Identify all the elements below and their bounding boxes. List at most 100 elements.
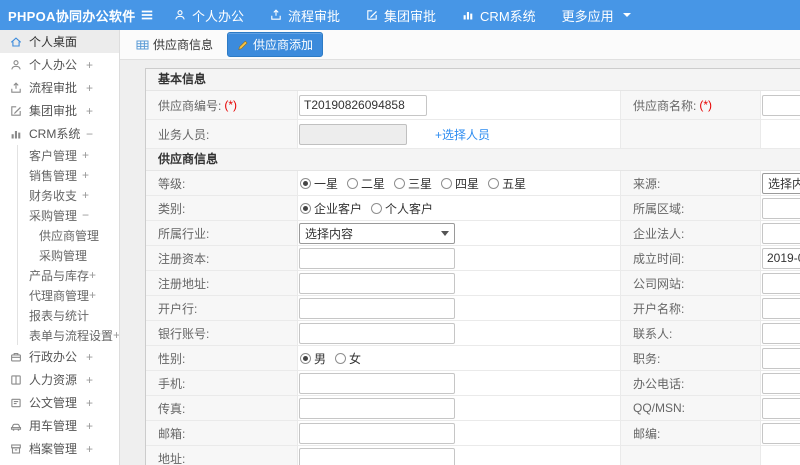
sidebar-item-process-approval[interactable]: 流程审批 + bbox=[0, 76, 119, 99]
address-input[interactable] bbox=[299, 447, 455, 465]
category-label: 类别: bbox=[146, 196, 298, 221]
sidebar-item-supplier-mgmt[interactable]: 供应商管理 bbox=[18, 225, 119, 245]
expand-icon: + bbox=[85, 418, 93, 433]
industry-label: 所属行业: bbox=[146, 221, 298, 246]
field-label-text: 成立时间: bbox=[633, 251, 685, 266]
tab-supplier-info[interactable]: 供应商信息 bbox=[132, 33, 217, 56]
user-icon bbox=[10, 59, 22, 71]
supplier-code-input[interactable] bbox=[299, 94, 427, 116]
caret-down-icon bbox=[441, 230, 449, 236]
select-value: 选择内容 bbox=[305, 226, 354, 241]
field-cell bbox=[761, 421, 800, 446]
region-input[interactable] bbox=[762, 197, 800, 219]
sidebar-item-vehicle-mgmt[interactable]: 用车管理 + bbox=[0, 414, 119, 437]
sidebar-item-purchase-mgmt-sub[interactable]: 采购管理 bbox=[18, 245, 119, 265]
source-select[interactable]: 选择内容 bbox=[762, 172, 800, 194]
sidebar-item-human-resources[interactable]: 人力资源 + bbox=[0, 368, 119, 391]
nav-item-group-approval[interactable]: 集团审批 bbox=[366, 6, 436, 25]
field-cell: 男女 bbox=[298, 346, 621, 371]
category-radios-option[interactable]: 企业客户 bbox=[300, 200, 362, 217]
tab-label: 供应商添加 bbox=[253, 38, 314, 52]
bank-branch-input[interactable] bbox=[299, 297, 455, 319]
pencil-icon bbox=[237, 39, 249, 51]
field-cell bbox=[298, 246, 621, 271]
sidebar-item-label: 销售管理 bbox=[29, 168, 78, 183]
sidebar-item-label: 用车管理 bbox=[29, 419, 78, 433]
level-radios-option[interactable]: 二星 bbox=[347, 175, 385, 192]
collapse-icon: − bbox=[85, 126, 93, 141]
form-row: 业务人员: +选择人员 bbox=[146, 120, 800, 149]
nav-item-process-approval[interactable]: 流程审批 bbox=[270, 6, 340, 25]
registered-address-input[interactable] bbox=[299, 272, 455, 294]
email-input[interactable] bbox=[299, 422, 455, 444]
field-cell: 企业客户 个人客户 bbox=[298, 196, 621, 221]
expand-icon: + bbox=[85, 441, 93, 456]
field-cell bbox=[761, 246, 800, 271]
registered-capital-input[interactable] bbox=[299, 247, 455, 269]
field-cell bbox=[761, 271, 800, 296]
sidebar-item-personal-office[interactable]: 个人办公 + bbox=[0, 53, 119, 76]
sidebar-item-crm-system[interactable]: CRM系统 − bbox=[0, 122, 119, 145]
industry-select[interactable]: 选择内容 bbox=[299, 222, 455, 244]
chart-icon bbox=[462, 9, 474, 21]
level-radios-option[interactable]: 一星 bbox=[300, 175, 338, 192]
radio-option-label: 男 bbox=[314, 351, 327, 366]
sidebar-item-document-mgmt[interactable]: 公文管理 + bbox=[0, 391, 119, 414]
form-row: 传真: QQ/MSN: bbox=[146, 396, 800, 421]
level-radios-option[interactable]: 四星 bbox=[441, 175, 479, 192]
account-name-input[interactable] bbox=[762, 297, 800, 319]
field-cell: 选择内容 bbox=[761, 171, 800, 196]
level-radios-option[interactable]: 五星 bbox=[488, 175, 526, 192]
zipcode-input[interactable] bbox=[762, 422, 800, 444]
sidebar-item-finance-income-expense[interactable]: 财务收支 + bbox=[18, 185, 119, 205]
sidebar-item-label: 采购管理 bbox=[39, 248, 88, 263]
gender-radios-option[interactable]: 女 bbox=[335, 350, 361, 367]
legal-person-input[interactable] bbox=[762, 222, 800, 244]
sidebar-item-label: 行政办公 bbox=[29, 350, 78, 364]
field-label-text: 开户行: bbox=[158, 301, 198, 316]
sidebar-item-product-inventory[interactable]: 产品与库存 + bbox=[18, 265, 119, 285]
company-website-input[interactable] bbox=[762, 272, 800, 294]
sidebar-item-agent-mgmt[interactable]: 代理商管理 + bbox=[18, 285, 119, 305]
position-input[interactable] bbox=[762, 347, 800, 369]
sidebar-item-archive-mgmt[interactable]: 档案管理 + bbox=[0, 437, 119, 460]
qq-msn-input[interactable] bbox=[762, 397, 800, 419]
fax-input[interactable] bbox=[299, 397, 455, 419]
field-cell bbox=[761, 321, 800, 346]
field-cell bbox=[298, 321, 621, 346]
sidebar-item-form-process-settings[interactable]: 表单与流程设置 + bbox=[18, 325, 119, 345]
sidebar-item-personal-desktop[interactable]: 个人桌面 bbox=[0, 30, 119, 53]
office-phone-input[interactable] bbox=[762, 372, 800, 394]
contact-person-input[interactable] bbox=[762, 322, 800, 344]
form-row: 所属行业: 选择内容 企业法人: bbox=[146, 221, 800, 246]
sidebar-item-sales-mgmt[interactable]: 销售管理 + bbox=[18, 165, 119, 185]
nav-item-more-apps[interactable]: 更多应用 bbox=[562, 6, 631, 25]
sidebar-item-purchase-mgmt[interactable]: 采购管理 − bbox=[18, 205, 119, 225]
level-radios: 一星 二星 三星 四星 五星 bbox=[298, 175, 526, 192]
radio-unchecked-icon bbox=[335, 352, 347, 364]
supplier-name-input[interactable] bbox=[762, 94, 800, 116]
expand-icon: + bbox=[85, 372, 93, 387]
sidebar-item-admin-office[interactable]: 行政办公 + bbox=[0, 345, 119, 368]
radio-checked-icon bbox=[300, 177, 311, 189]
nav-item-personal-office[interactable]: 个人办公 bbox=[174, 6, 244, 25]
collapse-icon: − bbox=[81, 208, 89, 222]
tab-supplier-add[interactable]: 供应商添加 bbox=[227, 32, 324, 57]
nav-item-crm-system[interactable]: CRM系统 bbox=[462, 6, 536, 25]
gender-radios-option[interactable]: 男 bbox=[300, 350, 326, 367]
bank-account-input[interactable] bbox=[299, 322, 455, 344]
field-label-text: 办公电话: bbox=[633, 376, 685, 391]
fax-label: 传真: bbox=[146, 396, 298, 421]
hamburger-icon[interactable] bbox=[140, 8, 154, 22]
sidebar-item-group-approval[interactable]: 集团审批 + bbox=[0, 99, 119, 122]
sidebar-item-reports-statistics[interactable]: 报表与统计 bbox=[18, 305, 119, 325]
field-cell bbox=[298, 446, 621, 465]
choose-person-link[interactable]: +选择人员 bbox=[435, 126, 490, 143]
edit-icon bbox=[10, 105, 22, 117]
category-radios-option[interactable]: 个人客户 bbox=[371, 200, 433, 217]
section-title: 供应商信息 bbox=[146, 149, 800, 171]
established-date-input[interactable] bbox=[762, 247, 800, 269]
level-radios-option[interactable]: 三星 bbox=[394, 175, 432, 192]
sidebar-item-customer-mgmt[interactable]: 客户管理 + bbox=[18, 145, 119, 165]
mobile-input[interactable] bbox=[299, 372, 455, 394]
